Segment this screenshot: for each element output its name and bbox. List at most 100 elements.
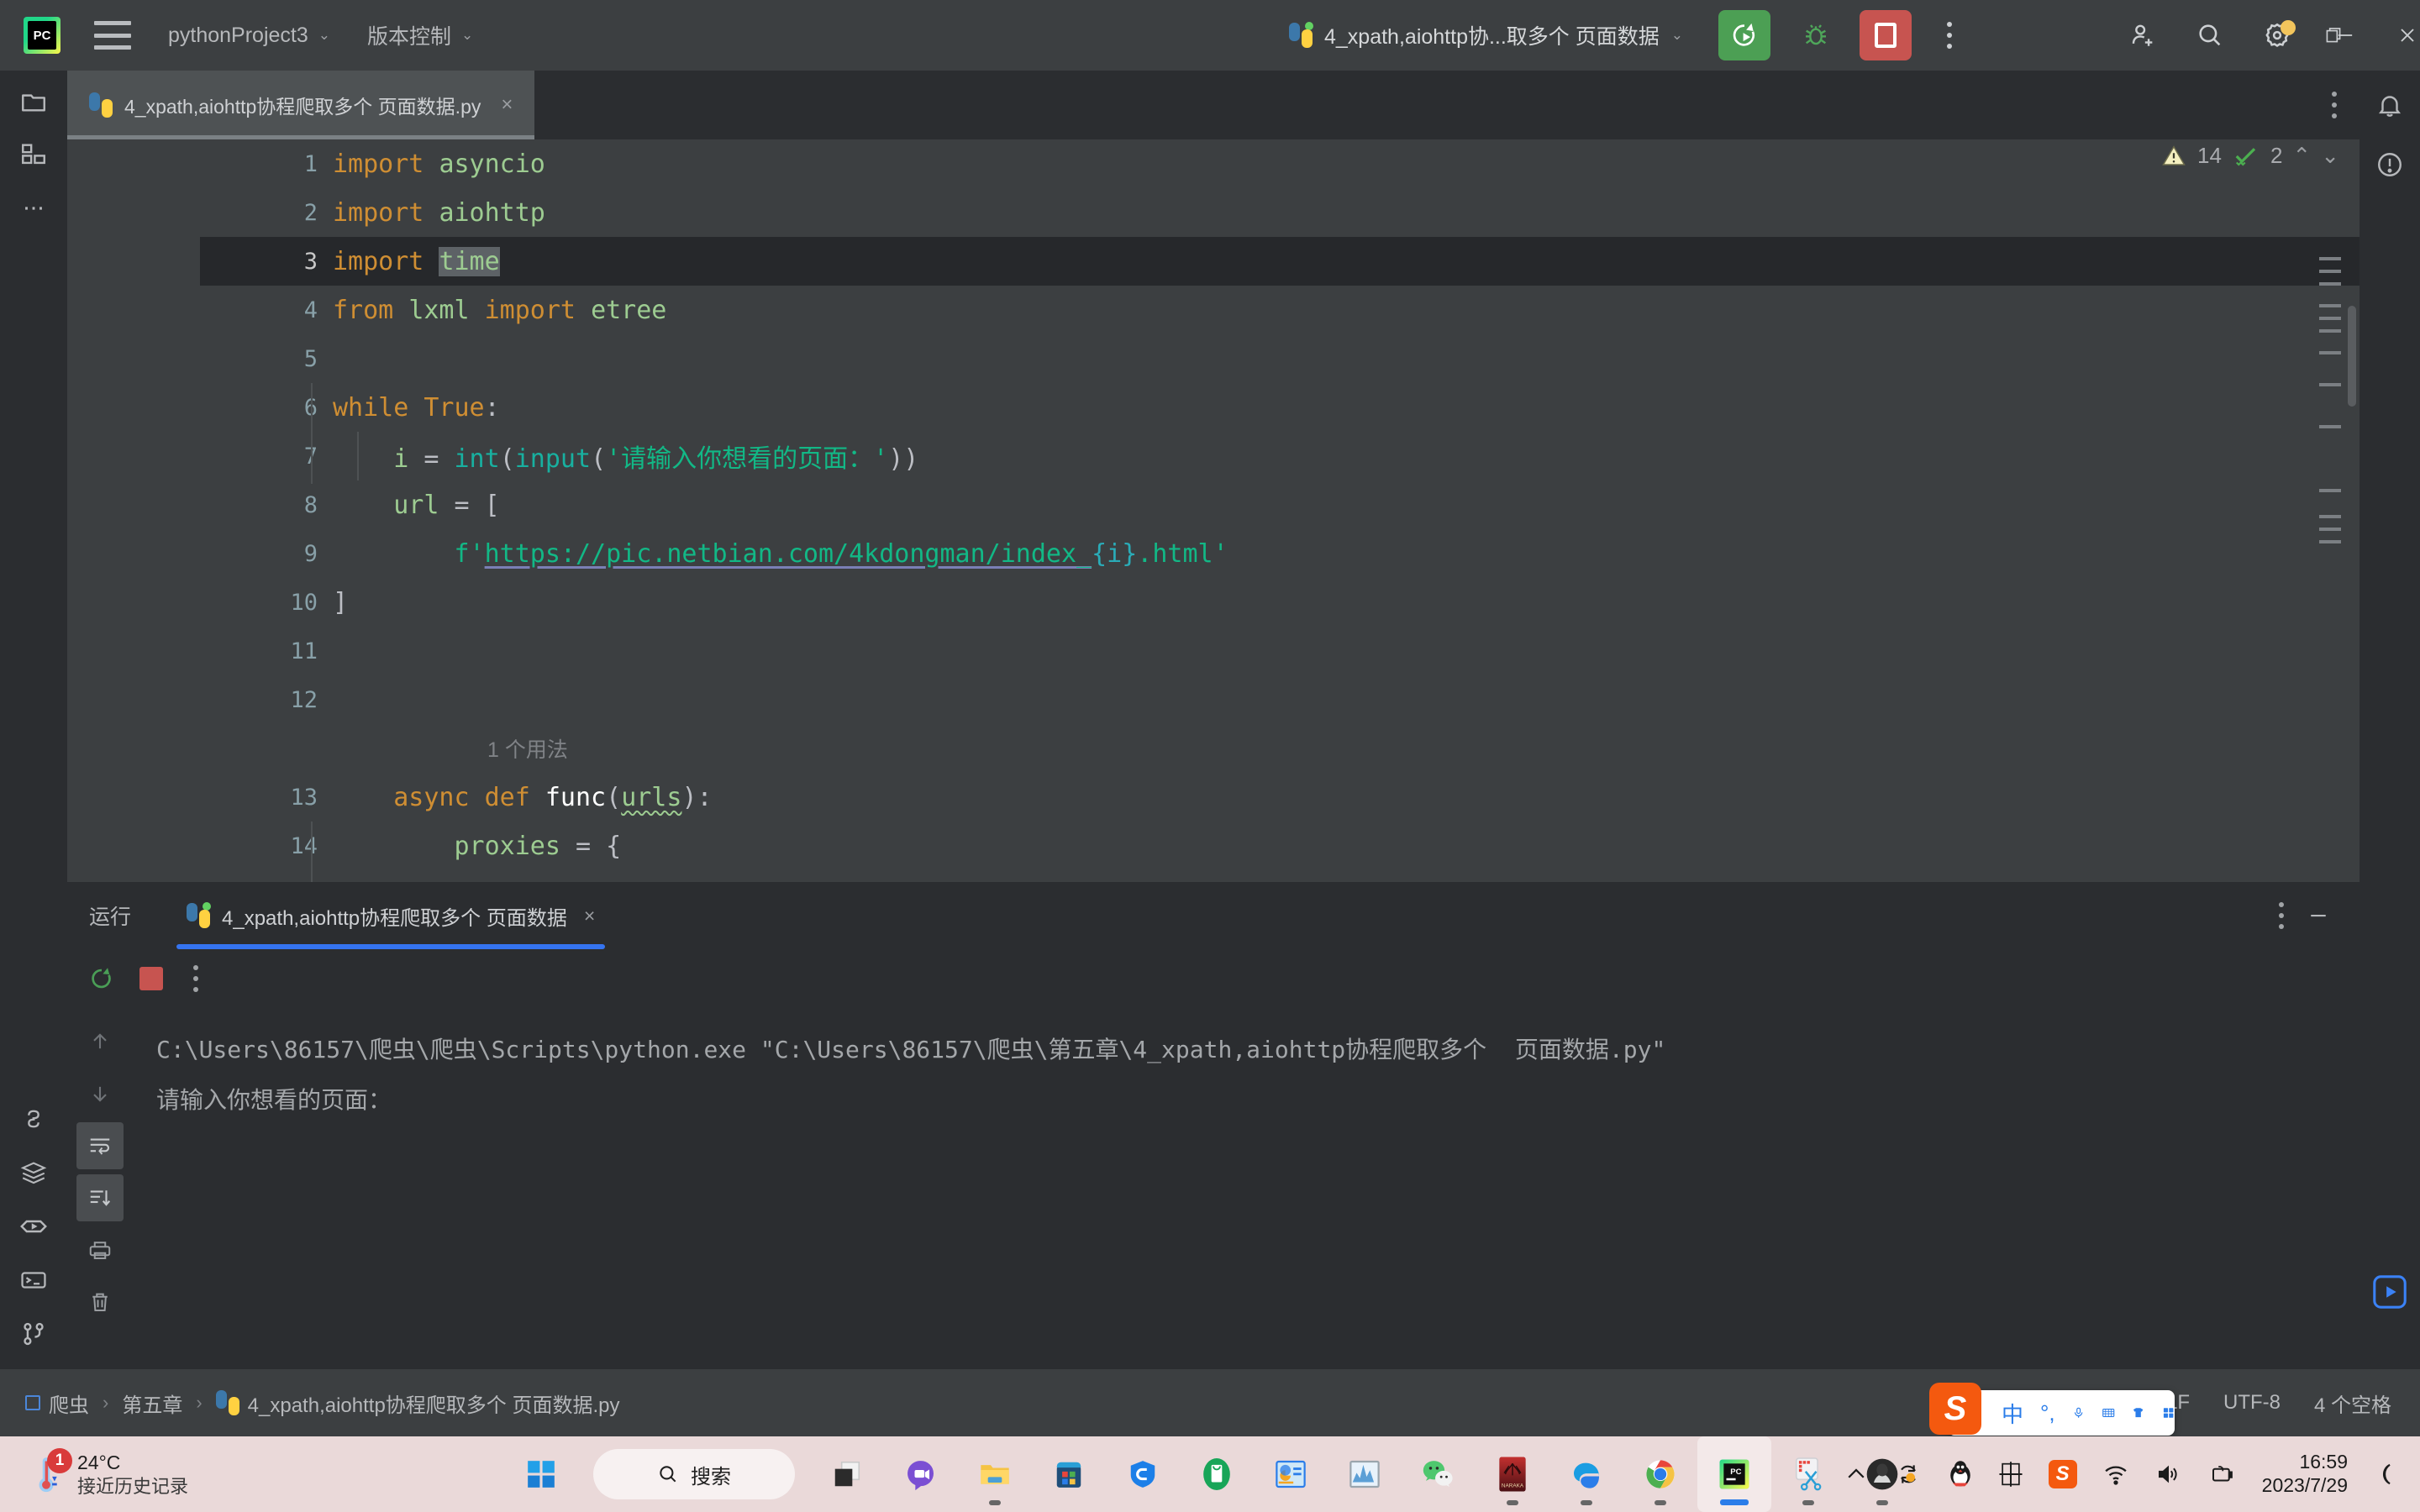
settings-gear-icon[interactable] (2252, 10, 2302, 60)
close-button[interactable] (2378, 10, 2420, 60)
code-line[interactable]: 2 import aiohttp (200, 188, 2360, 237)
run-window-options-icon[interactable] (2279, 902, 2284, 929)
stop-process-icon[interactable] (139, 967, 163, 990)
scroll-down-icon[interactable] (76, 1070, 124, 1117)
soft-wrap-icon[interactable] (76, 1122, 124, 1169)
console-output[interactable]: C:\Users\86157\爬虫\爬虫\Scripts\python.exe … (133, 1008, 2360, 1369)
battery-icon[interactable] (2207, 1462, 2237, 1487)
wechat-button[interactable] (1402, 1436, 1476, 1512)
more-tool-windows-icon[interactable] (7, 181, 60, 235)
database-icon[interactable] (7, 1146, 60, 1200)
breadcrumb[interactable]: 爬虫 › 第五章 › 4_xpath,aiohttp协程爬取多个 页面数据.py (25, 1389, 619, 1418)
indent-indicator[interactable]: 4 个空格 (2314, 1389, 2391, 1418)
chrome-browser-button[interactable] (1623, 1436, 1697, 1512)
previous-problem-icon[interactable]: ⌃ (2292, 143, 2311, 169)
start-button[interactable] (504, 1436, 578, 1512)
code-line[interactable]: 6 while True: (200, 383, 2360, 432)
code-line[interactable]: 3 import time (200, 237, 2360, 286)
run-configuration-selector[interactable]: 4_xpath,aiohttp协...取多个 页面数据 ⌄ (1277, 10, 1695, 60)
task-view-button[interactable] (810, 1436, 884, 1512)
close-session-icon[interactable]: × (584, 905, 595, 927)
search-icon[interactable] (2185, 10, 2235, 60)
code-editor[interactable]: 1 import asyncio 2 import aiohttp 3 import ti… (67, 139, 2360, 882)
next-problem-icon[interactable]: ⌄ (2321, 143, 2339, 169)
qq-icon[interactable] (1948, 1460, 1973, 1488)
code-lines[interactable]: 1 import asyncio 2 import aiohttp 3 import ti… (200, 139, 2360, 882)
debug-button[interactable] (1790, 10, 1842, 60)
clear-all-icon[interactable] (76, 1278, 124, 1326)
green-app-button[interactable] (1180, 1436, 1254, 1512)
sync-icon[interactable] (1894, 1461, 1923, 1488)
vcs-selector[interactable]: 版本控制 ⌄ (367, 20, 473, 50)
scroll-to-end-icon[interactable] (76, 1174, 124, 1221)
code-line[interactable]: 13 async def func(urls): (200, 773, 2360, 822)
toolbox-icon[interactable] (2162, 1402, 2175, 1424)
sogou-ime-toolbar[interactable]: 中 °, (1948, 1390, 2175, 1436)
print-icon[interactable] (76, 1226, 124, 1273)
terminal-icon[interactable] (7, 1253, 60, 1307)
code-line[interactable]: 4 from lxml import etree (200, 286, 2360, 334)
code-line[interactable]: 11 (200, 627, 2360, 675)
chart-app-button[interactable] (1254, 1436, 1328, 1512)
ime-mode-icon[interactable]: 中 (2002, 1398, 2023, 1429)
encoding-indicator[interactable]: UTF-8 (2223, 1391, 2281, 1415)
taskbar-search[interactable]: 搜索 (593, 1449, 795, 1499)
breadcrumb-item[interactable]: 爬虫 (25, 1389, 89, 1418)
problems-icon[interactable] (2360, 134, 2420, 195)
microphone-icon[interactable] (2072, 1402, 2085, 1424)
run-button[interactable] (1718, 10, 1770, 60)
main-menu-icon[interactable] (94, 21, 131, 50)
weather-widget[interactable]: 1 24°C 接近历史记录 (29, 1448, 188, 1498)
moon-icon[interactable] (2373, 1461, 2398, 1488)
notifications-icon[interactable] (2360, 74, 2420, 134)
inspection-widget[interactable]: 14 2 ⌃ ⌄ (2160, 143, 2339, 169)
code-line[interactable]: 14 proxies = { (200, 822, 2360, 870)
editor-scrollbar[interactable] (2348, 306, 2356, 407)
punctuation-icon[interactable]: °, (2040, 1400, 2055, 1426)
skin-icon[interactable] (2132, 1402, 2144, 1424)
python-console-icon[interactable] (7, 1092, 60, 1146)
ai-assistant-icon[interactable] (2360, 1262, 2420, 1322)
code-line[interactable]: 5 (200, 334, 2360, 383)
more-options-icon[interactable] (1933, 10, 1966, 60)
ime-language-icon[interactable] (1998, 1461, 2023, 1488)
clock[interactable]: 16:59 2023/7/29 (2262, 1451, 2348, 1497)
close-tab-icon[interactable]: × (501, 93, 513, 117)
code-line[interactable]: 1 import asyncio (200, 139, 2360, 188)
graph-app-button[interactable] (1328, 1436, 1402, 1512)
naraka-game-button[interactable]: NARAKA (1476, 1436, 1549, 1512)
add-user-icon[interactable] (2118, 10, 2168, 60)
hide-window-icon[interactable] (2306, 903, 2331, 928)
run-more-options-icon[interactable] (193, 965, 198, 992)
inlay-hint[interactable]: 1 个用法 (200, 724, 2360, 773)
sogou-tray-icon[interactable]: S (2048, 1460, 2077, 1488)
security-app-button[interactable] (1106, 1436, 1180, 1512)
sogou-logo-icon[interactable]: S (1929, 1383, 1981, 1435)
rerun-icon[interactable] (87, 964, 116, 993)
version-control-icon[interactable] (7, 1307, 60, 1361)
volume-icon[interactable] (2154, 1462, 2181, 1487)
snipping-tool-button[interactable] (1771, 1436, 1845, 1512)
chat-button[interactable] (884, 1436, 958, 1512)
scroll-up-icon[interactable] (76, 1018, 124, 1065)
pycharm-taskbar-button[interactable]: PC (1697, 1436, 1771, 1512)
maximize-button[interactable] (2304, 10, 2363, 60)
editor-tab[interactable]: 4_xpath,aiohttp协程爬取多个 页面数据.py × (67, 71, 535, 139)
code-line[interactable]: 8 url = [ (200, 480, 2360, 529)
run-session-tab[interactable]: 4_xpath,aiohttp协程爬取多个 页面数据 × (170, 882, 612, 949)
chevron-up-icon[interactable] (1844, 1462, 1869, 1487)
editor-tab-options-icon[interactable] (2309, 71, 2360, 139)
stop-button[interactable] (1860, 10, 1912, 60)
code-line[interactable]: 7 i = int(input('请输入你想看的页面：')) (200, 432, 2360, 480)
project-tool-icon[interactable] (7, 74, 60, 128)
microsoft-store-button[interactable] (1032, 1436, 1106, 1512)
run-tool-icon[interactable] (7, 1200, 60, 1253)
breadcrumb-item[interactable]: 4_xpath,aiohttp协程爬取多个 页面数据.py (215, 1389, 619, 1418)
code-line[interactable]: 12 (200, 675, 2360, 724)
code-line[interactable]: 9 f'https://pic.netbian.com/4kdongman/in… (200, 529, 2360, 578)
breadcrumb-item[interactable]: 第五章 (122, 1389, 182, 1418)
commit-tool-icon[interactable] (7, 128, 60, 181)
keyboard-icon[interactable] (2102, 1402, 2115, 1424)
edge-browser-button[interactable] (1549, 1436, 1623, 1512)
wifi-icon[interactable] (2102, 1462, 2129, 1487)
